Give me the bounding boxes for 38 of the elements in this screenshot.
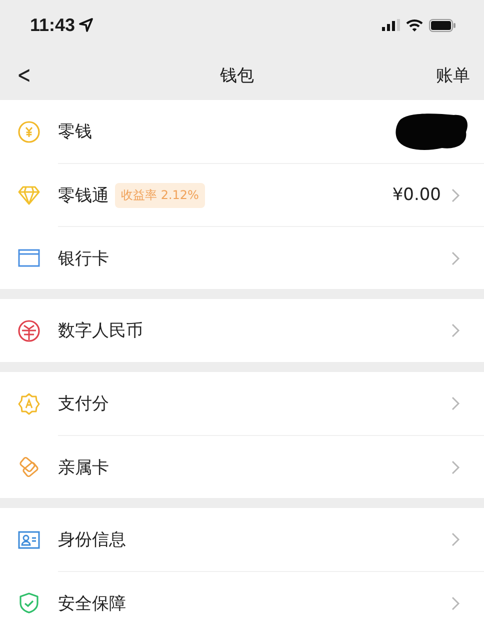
linked-cards-icon (17, 454, 41, 478)
chevron-right-icon (451, 250, 460, 266)
item-label: 零钱 (58, 121, 92, 143)
item-label: 支付分 (58, 393, 109, 415)
item-value: ¥0.00 (392, 185, 441, 205)
item-label: 身份信息 (58, 529, 126, 551)
back-button[interactable]: < (14, 61, 34, 89)
currency-icon (17, 318, 41, 342)
badge-icon (17, 392, 41, 416)
list-item[interactable]: 银行卡 (0, 226, 484, 289)
chevron-right-icon (451, 323, 460, 338)
yield-tag: 收益率 2.12% (115, 182, 205, 208)
chevron-right-icon (451, 396, 460, 411)
list-item[interactable]: 安全保障 (0, 571, 484, 629)
item-label: 银行卡 (58, 248, 109, 270)
bill-link[interactable]: 账单 (436, 64, 470, 86)
battery-icon (429, 18, 456, 32)
chevron-right-icon (451, 596, 460, 610)
chevron-right-icon (451, 188, 460, 202)
item-label: 安全保障 (58, 592, 126, 614)
item-label: 数字人民币 (58, 320, 143, 342)
location-arrow-icon (79, 18, 94, 32)
list-item[interactable]: 零钱通 收益率 2.12% ¥0.00 (0, 163, 484, 226)
chevron-right-icon (451, 460, 460, 474)
list-item[interactable]: 数字人民币 (0, 299, 484, 362)
list-item[interactable]: 支付分 (0, 372, 484, 435)
status-time: 11:43 (30, 14, 76, 36)
coin-icon (17, 120, 41, 144)
page-title: 钱包 (220, 64, 254, 86)
shield-icon (17, 590, 41, 614)
list-item[interactable]: 身份信息 (0, 508, 484, 571)
item-label: 亲属卡 (58, 456, 109, 478)
chevron-right-icon (451, 532, 460, 547)
list-item[interactable]: 零钱 (0, 100, 484, 163)
list-item[interactable]: 亲属卡 (0, 435, 484, 498)
wifi-icon (406, 18, 423, 32)
item-label: 零钱通 (58, 184, 109, 206)
signal-icon (382, 19, 400, 31)
